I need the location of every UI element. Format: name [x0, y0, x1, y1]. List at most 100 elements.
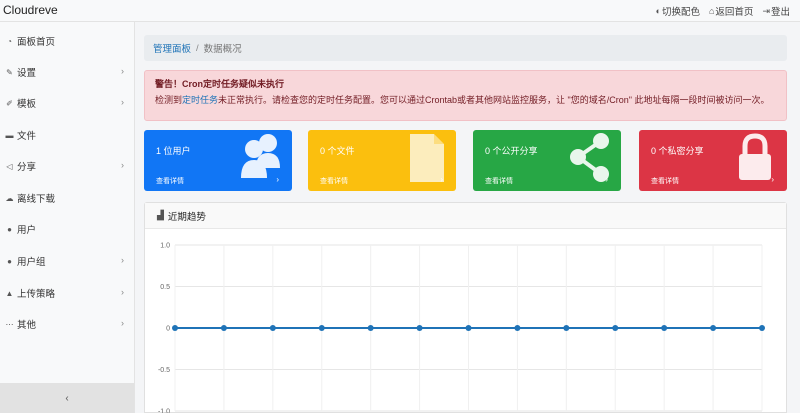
- stat-card-private-shares: 0 个私密分享 查看详情 ›: [639, 130, 787, 191]
- paint-brush-icon: ✐: [6, 98, 13, 108]
- users-icon: ●: [7, 256, 12, 266]
- chevron-right-icon: ›: [276, 175, 279, 184]
- sidebar-item-shares[interactable]: ◁ 分享 ›: [0, 156, 134, 176]
- ellipsis-icon: ⋯: [5, 319, 14, 329]
- chevron-right-icon: ›: [121, 255, 124, 265]
- breadcrumb-parent[interactable]: 管理面板: [153, 41, 191, 55]
- sidebar-item-dashboard[interactable]: ◔ 面板首页: [0, 31, 134, 51]
- sidebar-item-upload-policy[interactable]: ▲ 上传策略 ›: [0, 283, 134, 303]
- data-point[interactable]: [269, 325, 276, 331]
- alert-title: 警告！Cron定时任务疑似未执行: [155, 79, 284, 89]
- share-icon: ◁: [6, 161, 13, 171]
- stat-card-public-shares: 0 个公开分享 查看详情 ›: [473, 130, 621, 191]
- sidebar-item-label: 上传策略: [17, 289, 56, 300]
- sidebar-item-label: 其他: [17, 320, 37, 331]
- chevron-right-icon: ›: [771, 175, 774, 184]
- trend-chart: 1.0 0.5 0 -0.5 -1.0: [158, 243, 765, 413]
- chevron-right-icon: ›: [121, 97, 124, 107]
- y-tick-label: -1.0: [158, 409, 170, 413]
- sidebar-item-offline-download[interactable]: ☁ 离线下载: [0, 188, 134, 208]
- card-details-link[interactable]: 查看详情: [156, 176, 184, 186]
- sidebar-item-templates[interactable]: ✐ 模板 ›: [0, 93, 134, 113]
- sidebar-item-others[interactable]: ⋯ 其他 ›: [0, 314, 134, 334]
- folder-icon: ▬: [5, 130, 14, 140]
- data-point[interactable]: [514, 325, 521, 331]
- upload-icon: ▲: [5, 288, 14, 298]
- chevron-left-icon: ‹: [65, 392, 69, 404]
- chevron-right-icon: ›: [121, 318, 124, 328]
- stat-card-users: 1 位用户 查看详情 ›: [144, 130, 292, 191]
- lock-icon: [739, 133, 771, 180]
- top-navbar: Cloudreve ◐ 切换配色 ⌂ 返回首页 ⇥ 登出: [0, 0, 800, 22]
- sign-out-icon: ⇥: [762, 5, 770, 16]
- data-point[interactable]: [710, 325, 717, 331]
- sidebar-collapse-button[interactable]: ‹: [0, 383, 134, 413]
- sidebar-item-files[interactable]: ▬ 文件: [0, 125, 134, 145]
- card-details-link[interactable]: 查看详情: [320, 176, 348, 186]
- card-title: 0 个私密分享: [651, 146, 704, 156]
- card-details-link[interactable]: 查看详情: [651, 176, 679, 186]
- logout-label: 登出: [770, 7, 790, 18]
- alert-text-before: 检测到: [155, 95, 183, 105]
- data-point[interactable]: [612, 325, 619, 331]
- sidebar-item-user-groups[interactable]: ● 用户组 ›: [0, 251, 134, 271]
- data-point[interactable]: [416, 325, 423, 331]
- data-point[interactable]: [759, 325, 765, 331]
- toggle-icon: ◐: [655, 6, 661, 16]
- card-title: 1 位用户: [156, 146, 191, 156]
- data-point[interactable]: [661, 325, 668, 331]
- back-home-link[interactable]: ⌂ 返回首页: [709, 4, 753, 18]
- top-links: ◐ 切换配色 ⌂ 返回首页 ⇥ 登出: [656, 4, 790, 19]
- cloud-download-icon: ☁: [5, 193, 14, 203]
- sidebar-item-label: 用户组: [17, 257, 46, 268]
- sidebar-item-label: 离线下载: [17, 194, 56, 205]
- alert-text-after: 未正常执行。请检查您的定时任务配置。您可以通过Crontab或者其他网站监控服务…: [218, 95, 770, 105]
- brand-logo[interactable]: Cloudreve: [3, 3, 58, 17]
- users-icon: [241, 134, 280, 178]
- stat-card-files: 0 个文件 查看详情 ›: [308, 130, 456, 191]
- area-chart-icon: ▟: [157, 210, 164, 220]
- trend-panel: ▟ 近期趋势 1.0 0.5 0 -0.5 -1.0: [144, 202, 787, 413]
- breadcrumb: 管理面板 / 数据概况: [144, 35, 787, 61]
- y-tick-label: 0: [166, 326, 170, 333]
- data-point[interactable]: [172, 325, 178, 331]
- y-tick-label: -0.5: [158, 367, 170, 374]
- data-point[interactable]: [563, 325, 570, 331]
- sidebar-item-settings[interactable]: ✎ 设置 ›: [0, 62, 134, 82]
- switch-theme-link[interactable]: ◐ 切换配色: [656, 4, 700, 18]
- breadcrumb-current: 数据概况: [203, 44, 242, 55]
- logout-link[interactable]: ⇥ 登出: [762, 4, 790, 19]
- data-point[interactable]: [318, 325, 325, 331]
- y-tick-label: 0.5: [160, 284, 170, 291]
- cron-warning-alert: 警告！Cron定时任务疑似未执行 检测到定时任务未正常执行。请检查您的定时任务配…: [144, 70, 787, 121]
- card-title: 0 个文件: [320, 146, 355, 156]
- data-point[interactable]: [367, 325, 374, 331]
- y-tick-label: 1.0: [160, 243, 170, 250]
- breadcrumb-separator: /: [196, 42, 199, 54]
- home-icon: ⌂: [708, 6, 715, 16]
- sidebar: ◔ 面板首页 ✎ 设置 › ✐ 模板 › ▬ 文件 ◁ 分享 › ☁ 离线下载 …: [0, 22, 135, 413]
- sidebar-item-users[interactable]: ● 用户: [0, 219, 134, 239]
- chevron-right-icon: ›: [121, 66, 124, 76]
- alert-body: 检测到定时任务未正常执行。请检查您的定时任务配置。您可以通过Crontab或者其…: [155, 93, 776, 106]
- sidebar-item-label: 设置: [17, 68, 37, 79]
- back-home-label: 返回首页: [715, 7, 754, 18]
- alert-cron-link[interactable]: 定时任务: [182, 95, 218, 105]
- sidebar-item-label: 文件: [17, 131, 37, 142]
- dashboard-icon: ◔: [7, 36, 12, 46]
- panel-title: 近期趋势: [167, 211, 206, 223]
- chevron-right-icon: ›: [121, 160, 124, 170]
- data-point[interactable]: [220, 325, 227, 331]
- sidebar-item-label: 分享: [17, 162, 37, 173]
- chevron-right-icon: ›: [605, 175, 608, 184]
- sidebar-item-label: 用户: [17, 225, 37, 236]
- panel-header: ▟ 近期趋势: [145, 203, 786, 229]
- user-icon: ●: [7, 224, 12, 234]
- data-point[interactable]: [465, 325, 472, 331]
- sidebar-item-label: 模板: [17, 99, 37, 110]
- sidebar-item-label: 面板首页: [17, 37, 56, 48]
- card-details-link[interactable]: 查看详情: [485, 176, 513, 186]
- wrench-icon: ✎: [6, 67, 13, 77]
- chevron-right-icon: ›: [440, 175, 443, 184]
- card-title: 0 个公开分享: [485, 146, 538, 156]
